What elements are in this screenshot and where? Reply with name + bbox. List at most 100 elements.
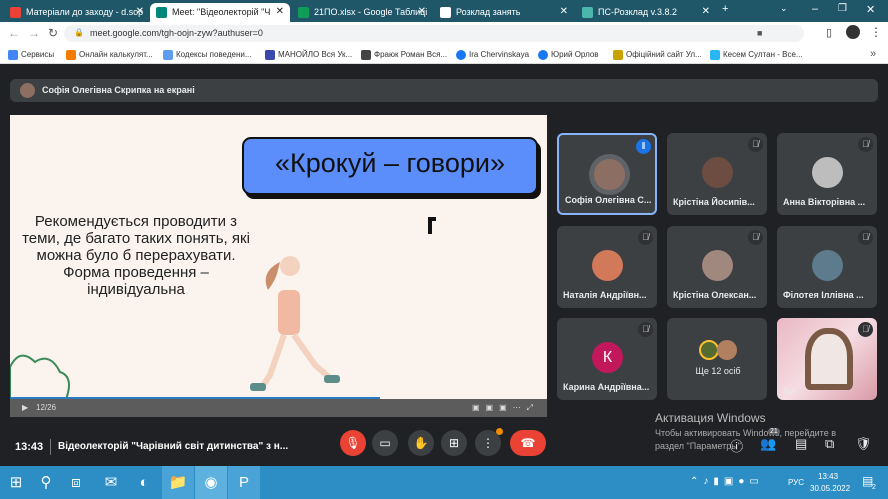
windows-taskbar: ⊞ ⚲ ⧈ ✉ ◐ 📁 ◉ P ⌃♪▮▣●▭ РУС 13:43 30.05.2… [0,466,888,499]
sidebar-icon[interactable]: ▯ [826,26,832,39]
mic-off-icon: 🎙̸ [858,230,873,245]
close-tab-icon[interactable]: ✕ [702,6,710,17]
mic-off-icon: 🎙̸ [858,322,873,337]
start-icon[interactable]: ⊞ [0,466,32,499]
chrome-icon[interactable]: ◉ [195,466,227,499]
restore-icon[interactable]: ❐ [838,3,847,14]
reload-icon[interactable]: ↻ [48,26,58,40]
close-tab-icon[interactable]: ✕ [560,6,568,17]
avatar [592,250,623,281]
lock-icon: 🔒 [74,28,84,37]
participant-tile[interactable]: 🎙̸ Крістіна Йосипів... [667,133,767,215]
search-icon[interactable]: ⚲ [30,466,62,499]
forward-icon[interactable]: → [28,26,40,40]
participant-tile[interactable]: 🎙̸ Філотея Іллівна ... [777,226,877,308]
people-count: 21 [768,428,780,435]
participant-tile[interactable]: 🎙̸ Анна Вікторівна ... [777,133,877,215]
bookmark-item[interactable]: Сервисы [8,50,54,60]
camera-toggle-button[interactable]: ▭ [372,430,398,456]
mail-icon[interactable]: ✉ [95,466,127,499]
more-bookmarks[interactable]: » [870,48,876,60]
info-icon[interactable]: ⓘ [730,436,743,455]
tray-time[interactable]: 13:43 [818,472,838,481]
system-tray-icons[interactable]: ⌃♪▮▣●▭ [690,476,764,487]
close-tab-icon[interactable]: ✕ [276,6,284,17]
bookmark-item[interactable]: МАНОЙЛО Вся Ук... [265,50,352,60]
chat-icon[interactable]: ▤ [795,436,807,452]
slideshow-controls: ▶ 12/26 ▣▣▣⋯⤢ [10,399,547,417]
activities-icon[interactable]: ⧉ [825,436,834,452]
notification-dot [496,428,503,435]
close-tab-icon[interactable]: ✕ [418,6,426,17]
url-input[interactable]: 🔒 meet.google.com/tgh-oojn-zyw?authuser=0… [64,25,804,42]
slide-progress [10,397,380,399]
language-indicator[interactable]: РУС [788,478,804,487]
mic-off-icon: 🎙̸ [638,230,653,245]
participant-tile[interactable]: ⦀ Софія Олегівна С... [557,133,657,215]
host-controls-icon[interactable]: 🛡 [855,436,872,452]
bookmark-item[interactable]: Кодексы поведени... [163,50,252,60]
mic-toggle-button[interactable]: 🎙 [340,430,366,456]
more-participants-tile[interactable]: Ще 12 осіб [667,318,767,400]
slide-title: «Крокуй – говори» [242,137,538,195]
mic-off-icon: 🎙̸ [748,137,763,152]
bookmark-item[interactable]: Ira Chervinskaya [456,50,529,60]
tab-schedule[interactable]: Розклад занять ✕ [434,3,574,22]
avatar [594,159,625,190]
bookmark-item[interactable]: Фраюк Роман Вся... [361,50,447,60]
app-icon [582,7,593,18]
explorer-icon[interactable]: 📁 [162,466,194,499]
walking-girl-illustration [250,256,340,392]
tray-date[interactable]: 30.05.2022 [810,484,850,493]
avatar [812,250,843,281]
participant-tile[interactable]: 🎙̸ Наталія Андріївн... [557,226,657,308]
tab-materials[interactable]: Матеріали до заходу - d.sop ✕ [4,3,150,22]
participant-tile[interactable]: К 🎙̸ Карина Андріївна... [557,318,657,400]
powerpoint-icon[interactable]: P [228,466,260,499]
minimize-icon[interactable]: – [812,3,818,15]
people-icon[interactable]: 👥 [760,436,776,452]
participant-tile[interactable]: 🎙̸ Крістіна Олексан... [667,226,767,308]
close-tab-icon[interactable]: ✕ [136,6,144,17]
back-icon[interactable]: ← [8,26,20,40]
avatar [812,157,843,188]
notification-count: 2 [872,484,876,491]
leave-call-button[interactable]: ☎ [510,430,546,456]
tab-search-icon[interactable]: ⌄ [780,3,788,14]
raise-hand-button[interactable]: ✋ [408,430,434,456]
mic-off-icon: 🎙̸ [748,230,763,245]
bookmark-item[interactable]: Офіційний сайт Ул... [613,50,702,60]
self-view-tile[interactable]: 🎙̸ Ви [777,318,877,400]
camera-icon[interactable]: ■ [757,28,762,38]
bookmark-item[interactable]: Юрий Орлов [538,50,599,60]
speaking-icon: ⦀ [636,139,651,154]
tab-sheets[interactable]: 21ПО.xlsx - Google Таблиці ✕ [292,3,432,22]
self-video [805,328,853,390]
presenter-avatar [20,83,35,98]
bookmark-item[interactable]: Кесем Султан - Все... [710,50,803,60]
mic-off-icon: 🎙̸ [638,322,653,337]
mic-off-icon: 🎙̸ [858,137,873,152]
new-tab-button[interactable]: + [722,3,728,15]
clock: 13:43 [15,441,44,453]
avatar [702,250,733,281]
tab-meet[interactable]: Meet: "Відеолекторій "Ч ✕ [150,3,290,22]
slide-page: 12/26 [36,403,57,412]
meet-controls-bar: 13:43 Відеолекторій "Чарівний світ дитин… [0,428,888,466]
task-view-icon[interactable]: ⧈ [60,466,92,499]
present-button[interactable]: ⊞ [441,430,467,456]
menu-icon[interactable]: ⋮ [870,25,882,39]
divider [50,439,51,455]
profile-avatar[interactable] [846,25,860,39]
avatar: К [592,342,623,373]
bookmark-item[interactable]: Онлайн калькулят... [66,50,153,60]
tab-ps-schedule[interactable]: ПС-Розклад v.3.8.2 ✕ [576,3,716,22]
avatar [699,340,719,360]
play-icon[interactable]: ▶ [22,403,28,412]
slideshow-tools-icons[interactable]: ▣▣▣⋯⤢ [472,403,539,413]
avatar [717,340,737,360]
meeting-title: Відеолекторій "Чарівний світ дитинства" … [58,441,289,452]
close-window-icon[interactable]: ✕ [866,3,875,16]
edge-icon[interactable]: ◐ [128,466,160,499]
sheets-icon [298,7,309,18]
